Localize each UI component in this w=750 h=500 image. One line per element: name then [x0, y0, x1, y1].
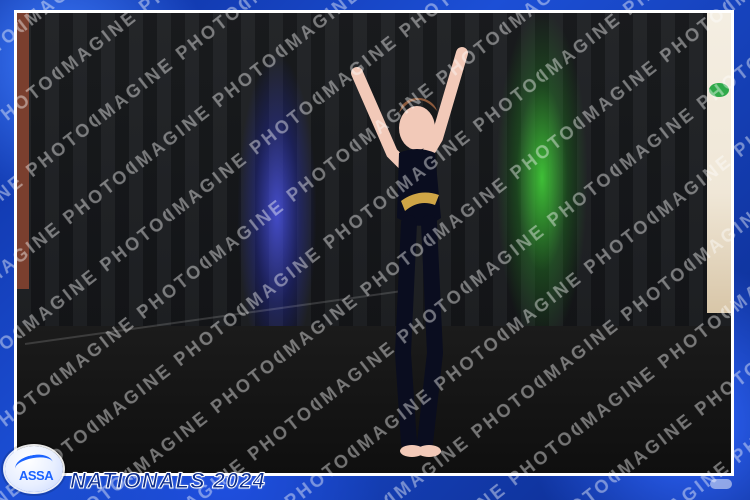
side-banner — [707, 13, 731, 313]
corner-mark — [710, 479, 732, 489]
assa-logo: ASSA — [5, 446, 63, 492]
photo-frame: IMAGINE PHOTOGRAPHY IMAGINE PHOTOGRAPHY … — [0, 0, 750, 500]
gymnast — [317, 33, 487, 463]
brick-wall — [17, 13, 29, 289]
gymnast-illustration — [351, 47, 468, 457]
green-stage-light — [497, 13, 587, 343]
logo-text: ASSA — [19, 468, 54, 483]
event-title: NATIONALS 2024 — [70, 468, 266, 494]
stage-photo — [14, 10, 734, 476]
